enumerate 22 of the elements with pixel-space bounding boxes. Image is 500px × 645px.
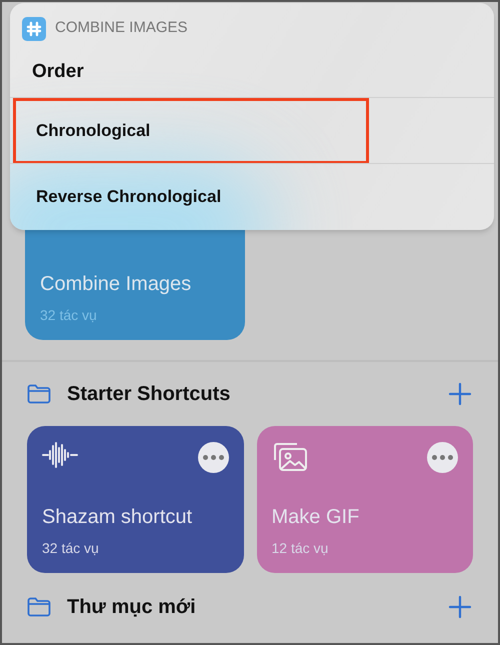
menu-option[interactable]: Reverse Chronological — [10, 164, 494, 229]
action-count: 12 tác vụ — [272, 539, 330, 558]
shortcut-name: Shazam shortcut — [42, 505, 194, 530]
photos-icon — [272, 442, 308, 472]
menu-option[interactable]: Chronological — [10, 98, 494, 163]
shortcut-name: Combine Images — [40, 272, 192, 297]
app-title: COMBINE IMAGES — [55, 18, 188, 38]
more-button[interactable] — [198, 442, 228, 473]
add-button[interactable] — [447, 381, 473, 407]
menu-title: Order — [32, 60, 84, 84]
shortcut-name: Make GIF — [272, 505, 360, 530]
app-icon — [22, 16, 46, 40]
folder-title: Thư mục mới — [67, 595, 197, 620]
shortcut-card[interactable]: Shazam shortcut 32 tác vụ — [27, 426, 244, 573]
add-button[interactable] — [447, 594, 473, 620]
folder-title: Starter Shortcuts — [67, 382, 232, 407]
waveform-icon — [42, 442, 78, 468]
folder-icon — [27, 384, 51, 404]
folder-icon — [27, 597, 51, 617]
action-count: 32 tác vụ — [40, 306, 98, 325]
action-count: 32 tác vụ — [42, 539, 100, 558]
more-button[interactable] — [427, 442, 458, 473]
